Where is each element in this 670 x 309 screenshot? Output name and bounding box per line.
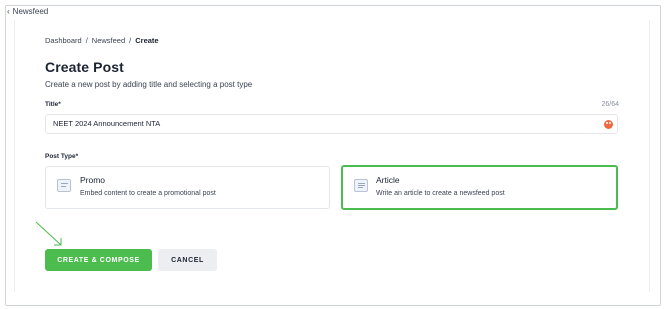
chevron-left-icon: ‹ bbox=[7, 6, 10, 16]
document-icon bbox=[354, 179, 368, 192]
post-type-label: Post Type* bbox=[45, 153, 79, 160]
breadcrumb-separator: / bbox=[129, 36, 132, 45]
create-and-compose-button[interactable]: CREATE & COMPOSE bbox=[45, 249, 152, 271]
cancel-button[interactable]: CANCEL bbox=[158, 249, 217, 271]
page-title: Create Post bbox=[45, 59, 124, 75]
post-type-description: Write an article to create a newsfeed po… bbox=[376, 190, 505, 197]
breadcrumb-separator: / bbox=[85, 36, 88, 45]
back-link-label: Newsfeed bbox=[12, 7, 49, 16]
page-subtitle: Create a new post by adding title and se… bbox=[45, 80, 253, 89]
post-type-description: Embed content to create a promotional po… bbox=[80, 190, 216, 197]
emoji-picker-icon[interactable] bbox=[604, 120, 613, 129]
image-icon bbox=[57, 179, 71, 192]
back-to-newsfeed-link[interactable]: ‹ Newsfeed bbox=[7, 7, 48, 16]
breadcrumb-current: Create bbox=[135, 36, 159, 45]
post-type-card-promo[interactable]: Promo Embed content to create a promotio… bbox=[45, 166, 330, 209]
title-char-counter: 26/64 bbox=[601, 101, 619, 108]
breadcrumb: Dashboard / Newsfeed / Create bbox=[45, 36, 159, 45]
annotation-arrow-icon bbox=[35, 221, 62, 246]
post-type-title: Promo bbox=[80, 175, 106, 185]
post-type-title: Article bbox=[376, 175, 400, 185]
title-input[interactable]: NEET 2024 Announcement NTA bbox=[45, 114, 618, 134]
breadcrumb-item-dashboard[interactable]: Dashboard bbox=[45, 36, 82, 45]
post-type-card-article[interactable]: Article Write an article to create a new… bbox=[341, 165, 618, 210]
breadcrumb-item-newsfeed[interactable]: Newsfeed bbox=[92, 36, 125, 45]
title-field-label: Title* bbox=[45, 101, 61, 108]
